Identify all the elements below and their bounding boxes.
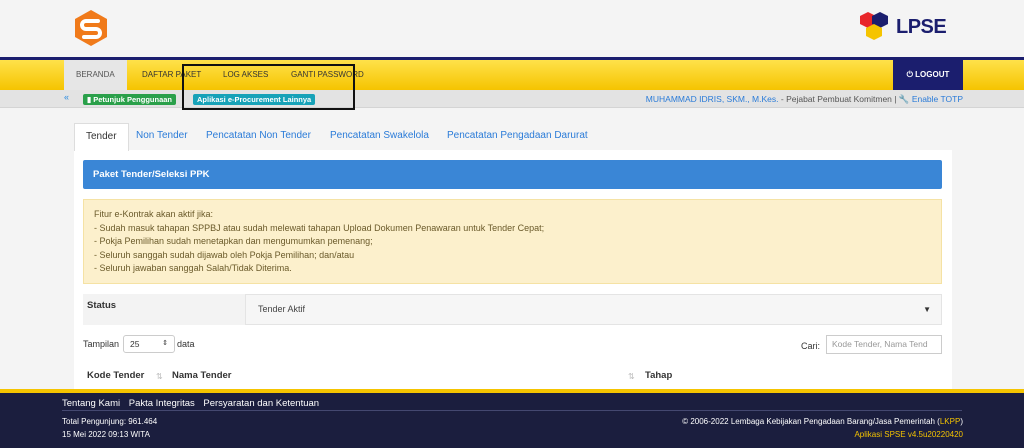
column-header-tahap[interactable]: Tahap: [645, 370, 672, 381]
nav-beranda[interactable]: BERANDA: [64, 60, 127, 90]
footer-divider: [62, 410, 962, 411]
lpse-logo-text: LPSE: [896, 16, 947, 38]
power-icon: ⏻: [906, 70, 913, 79]
footer-datetime: 15 Mei 2022 09:13 WITA: [62, 430, 150, 439]
visitor-count: Total Pengunjung: 961.464: [62, 417, 158, 426]
user-name-link[interactable]: MUHAMMAD IDRIS, SKM., M.Kes.: [646, 94, 779, 104]
alert-line: - Seluruh sanggah sudah dijawab oleh Pok…: [94, 249, 355, 260]
book-icon: ▮: [87, 95, 92, 104]
copyright-close: ): [960, 417, 963, 426]
search-label: Cari:: [801, 341, 821, 351]
tab-tender[interactable]: Tender: [74, 123, 129, 151]
logout-label: LOGOUT: [915, 70, 950, 79]
copyright: © 2006-2022 Lembaga Kebijakan Pengadaan …: [682, 417, 963, 426]
status-value: Tender Aktif: [258, 304, 306, 314]
app-version: Aplikasi SPSE v4.5u20220420: [854, 430, 963, 439]
spse-logo-icon[interactable]: [72, 9, 110, 47]
footer-link-pakta[interactable]: Pakta Integritas: [129, 398, 195, 409]
footer-link-persyaratan[interactable]: Persyaratan dan Ketentuan: [203, 398, 319, 409]
sort-icon[interactable]: ⇅: [628, 372, 635, 381]
sub-toolbar: « ▮ Petunjuk Penggunaan Aplikasi e-Procu…: [0, 90, 1024, 108]
enable-totp-link[interactable]: Enable TOTP: [912, 94, 963, 104]
page-size-label: Tampilan: [83, 339, 120, 349]
caret-down-icon: ▼: [923, 305, 931, 314]
header: LPSE: [0, 0, 1024, 56]
lpse-logo[interactable]: LPSE: [856, 10, 947, 46]
lpse-hexagon-icon: [860, 12, 888, 40]
updown-icon: ⇕: [162, 340, 168, 347]
panel-title: Paket Tender/Seleksi PPK: [83, 160, 942, 189]
footer-links: Tentang Kami Pakta Integritas Persyarata…: [62, 398, 325, 409]
lkpp-link[interactable]: LKPP: [940, 417, 960, 426]
user-role: - Pejabat Pembuat Komitmen |: [778, 94, 899, 104]
page-size-select[interactable]: 25 ⇕: [123, 335, 175, 353]
alert-line: - Seluruh jawaban sanggah Salah/Tidak Di…: [94, 263, 292, 274]
highlight-annotation-box: [182, 64, 355, 110]
e-kontrak-alert: Fitur e-Kontrak akan aktif jika: - Sudah…: [83, 199, 942, 284]
tab-pencatatan-swakelola[interactable]: Pencatatan Swakelola: [330, 123, 429, 151]
search-input[interactable]: Kode Tender, Nama Tend: [826, 335, 942, 354]
status-label: Status: [83, 294, 245, 325]
sort-icon[interactable]: ⇅: [156, 372, 163, 381]
alert-line: - Pokja Pemilihan sudah menetapkan dan m…: [94, 236, 373, 247]
user-info: MUHAMMAD IDRIS, SKM., M.Kes. - Pejabat P…: [646, 94, 963, 105]
alert-line: - Sudah masuk tahapan SPPBJ atau sudah m…: [94, 222, 545, 233]
main-nav: BERANDA DAFTAR PAKET LOG AKSES GANTI PAS…: [0, 60, 1024, 90]
tab-non-tender[interactable]: Non Tender: [136, 123, 188, 151]
copyright-text: © 2006-2022 Lembaga Kebijakan Pengadaan …: [682, 417, 940, 426]
guide-button[interactable]: ▮ Petunjuk Penggunaan: [83, 94, 176, 105]
status-select[interactable]: Tender Aktif ▼: [245, 294, 942, 325]
tab-pencatatan-pengadaan-darurat[interactable]: Pencatatan Pengadaan Darurat: [447, 123, 588, 151]
footer-link-tentang[interactable]: Tentang Kami: [62, 398, 120, 409]
column-header-nama[interactable]: Nama Tender: [172, 370, 231, 381]
guide-label: Petunjuk Penggunaan: [93, 95, 172, 104]
collapse-chevron-icon[interactable]: «: [64, 92, 69, 102]
footer: Tentang Kami Pakta Integritas Persyarata…: [0, 393, 1024, 448]
page-size-value: 25: [130, 339, 140, 349]
column-header-kode[interactable]: Kode Tender: [87, 370, 144, 381]
alert-line: Fitur e-Kontrak akan aktif jika:: [94, 209, 214, 219]
logout-button[interactable]: ⏻ LOGOUT: [893, 60, 963, 90]
tab-pencatatan-non-tender[interactable]: Pencatatan Non Tender: [206, 123, 311, 151]
data-label: data: [177, 339, 195, 349]
key-icon: 🔧: [898, 94, 910, 104]
